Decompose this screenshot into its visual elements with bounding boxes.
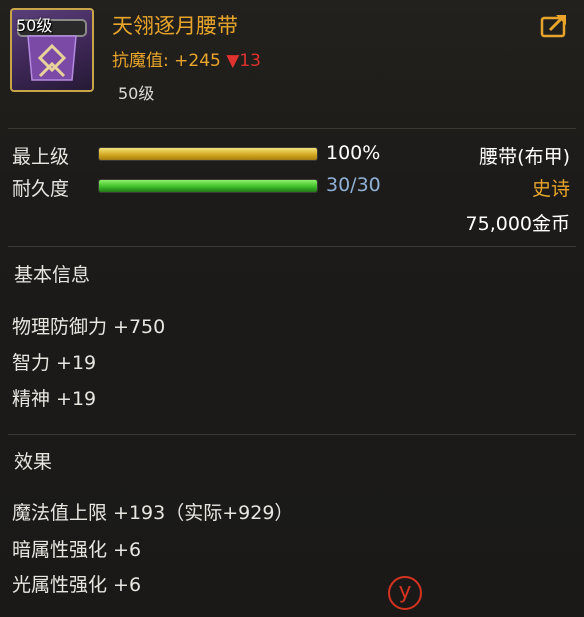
basic-info-title: 基本信息 xyxy=(14,264,91,286)
magic-resist-line: 抗魔值: +245 ▼13 xyxy=(112,46,261,71)
durability-bar-fill xyxy=(99,180,317,192)
resist-change: ▼13 xyxy=(226,51,261,71)
share-icon xyxy=(540,14,566,38)
durability-bar xyxy=(98,179,318,193)
item-type: 腰带(布甲) xyxy=(479,146,570,168)
grade-bar xyxy=(98,147,318,161)
effect-stat-line: 魔法值上限 +193（实际+929） xyxy=(12,502,294,524)
durability-value: 30/30 xyxy=(326,174,381,196)
divider xyxy=(8,246,576,247)
resist-label: 抗魔值: xyxy=(112,51,169,71)
basic-stat-line: 智力 +19 xyxy=(12,352,97,374)
durability-label: 耐久度 xyxy=(12,178,70,200)
resist-value: +245 xyxy=(174,51,221,71)
watermark-logo-icon: y xyxy=(388,576,422,610)
item-icon[interactable]: 50级 xyxy=(10,8,94,92)
divider xyxy=(8,434,576,435)
item-rarity: 史诗 xyxy=(531,178,570,200)
effects-title: 效果 xyxy=(14,451,53,473)
share-button[interactable] xyxy=(540,12,570,38)
basic-stat-line: 精神 +19 xyxy=(12,388,97,410)
icon-level-badge: 50级 xyxy=(16,16,53,35)
effect-stat-line: 光属性强化 +6 xyxy=(12,574,142,596)
item-name: 天翎逐月腰带 xyxy=(112,14,238,38)
item-price: 75,000金币 xyxy=(465,213,570,235)
required-level: 50级 xyxy=(118,84,155,103)
item-tooltip: 50级 天翎逐月腰带 抗魔值: +245 ▼13 50级 最上级 100% 耐久… xyxy=(0,0,584,617)
effect-stat-line: 暗属性强化 +6 xyxy=(12,539,142,561)
divider xyxy=(8,128,576,129)
grade-value: 100% xyxy=(326,142,381,164)
basic-stat-line: 物理防御力 +750 xyxy=(12,316,166,338)
grade-label: 最上级 xyxy=(12,146,70,168)
grade-bar-fill xyxy=(99,148,317,160)
